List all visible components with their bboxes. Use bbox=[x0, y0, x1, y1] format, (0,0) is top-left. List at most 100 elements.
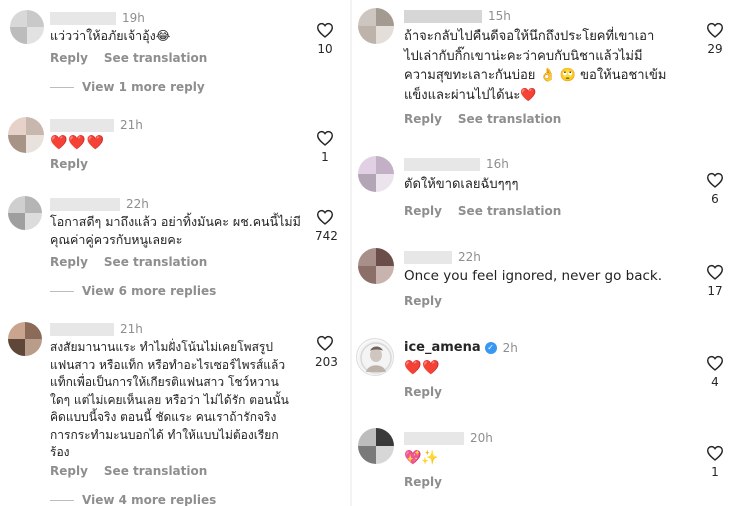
verified-badge-icon: ✓ bbox=[484, 341, 497, 354]
comment-time: 19h bbox=[122, 11, 145, 25]
like-count: 6 bbox=[711, 192, 719, 206]
see-translation-button[interactable]: See translation bbox=[458, 204, 561, 218]
comment-time: 15h bbox=[488, 9, 511, 23]
see-translation-button[interactable]: See translation bbox=[104, 255, 207, 269]
username-redacted[interactable] bbox=[404, 250, 452, 264]
like-count: 17 bbox=[707, 284, 723, 298]
see-translation-button[interactable]: See translation bbox=[104, 51, 207, 65]
heart-outline-icon bbox=[706, 264, 724, 280]
comments-column-left: 19h แว่วว่าให้อภัยเจ้าอุ้ง😂 Reply See tr… bbox=[0, 0, 350, 506]
comments-column-right: 15h ถ้าจะกลับไปคืนดีจอให้นึกถึงประโยคที่… bbox=[352, 0, 745, 506]
like-button[interactable]: 4 bbox=[705, 355, 725, 389]
reply-button[interactable]: Reply bbox=[404, 112, 442, 126]
like-button[interactable]: 203 bbox=[315, 335, 338, 369]
heart-outline-icon bbox=[706, 445, 724, 461]
comment-time: 22h bbox=[126, 197, 149, 211]
comment-actions: Reply bbox=[404, 385, 442, 399]
comment-text: ❤️❤️❤️ bbox=[50, 135, 106, 151]
view-replies-button[interactable]: View 4 more replies bbox=[50, 493, 216, 506]
divider-line bbox=[50, 499, 74, 501]
username-redacted[interactable] bbox=[50, 197, 120, 211]
reply-button[interactable]: Reply bbox=[50, 51, 88, 65]
comment-actions: Reply See translation bbox=[50, 464, 207, 478]
like-button[interactable]: 1 bbox=[705, 445, 725, 479]
comment-header: 16h bbox=[404, 157, 509, 171]
heart-outline-icon bbox=[706, 172, 724, 188]
comment-header: 20h bbox=[404, 431, 493, 445]
comment-header: 21h bbox=[50, 322, 143, 336]
like-count: 1 bbox=[321, 150, 329, 164]
like-count: 29 bbox=[707, 42, 723, 56]
like-count: 742 bbox=[315, 229, 338, 243]
comment-text: ❤️❤️ bbox=[404, 360, 441, 376]
see-translation-button[interactable]: See translation bbox=[104, 464, 207, 478]
like-count: 1 bbox=[711, 465, 719, 479]
avatar[interactable] bbox=[8, 196, 42, 230]
heart-outline-icon bbox=[706, 22, 724, 38]
like-button[interactable]: 742 bbox=[315, 209, 338, 243]
comment-time: 2h bbox=[502, 340, 518, 355]
username-redacted[interactable] bbox=[404, 157, 480, 171]
comment-text: โอกาสดีๆ มาถึงแล้ว อย่าทิ้งมันคะ ผช.คนนี… bbox=[50, 214, 301, 247]
heart-outline-icon bbox=[316, 335, 334, 351]
avatar[interactable] bbox=[10, 10, 44, 44]
like-button[interactable]: 10 bbox=[315, 22, 335, 56]
profile-photo bbox=[358, 340, 393, 375]
comment-actions: Reply See translation bbox=[404, 112, 561, 126]
avatar[interactable] bbox=[358, 248, 394, 284]
avatar[interactable] bbox=[358, 428, 394, 464]
comment-time: 20h bbox=[470, 431, 493, 445]
comment-time: 22h bbox=[458, 250, 481, 264]
comment-actions: Reply See translation bbox=[50, 51, 207, 65]
reply-button[interactable]: Reply bbox=[404, 204, 442, 218]
comment-header: 22h bbox=[404, 250, 481, 264]
avatar[interactable] bbox=[358, 156, 394, 192]
reply-button[interactable]: Reply bbox=[50, 157, 88, 171]
comment-text: ตัดให้ขาดเลยฉับๆๆๆ bbox=[404, 177, 519, 192]
reply-button[interactable]: Reply bbox=[50, 464, 88, 478]
comment-header: ice_amena ✓ 2h bbox=[404, 340, 518, 355]
view-replies-label: View 4 more replies bbox=[82, 493, 217, 506]
reply-button[interactable]: Reply bbox=[50, 255, 88, 269]
avatar[interactable] bbox=[358, 8, 394, 44]
username-redacted[interactable] bbox=[404, 9, 482, 23]
reply-button[interactable]: Reply bbox=[404, 294, 442, 308]
divider-line bbox=[50, 86, 74, 88]
comment-actions: Reply See translation bbox=[50, 255, 207, 269]
view-replies-label: View 6 more replies bbox=[82, 284, 217, 298]
comment-text: แว่วว่าให้อภัยเจ้าอุ้ง😂 bbox=[50, 28, 171, 43]
avatar[interactable] bbox=[8, 322, 42, 356]
comment-text: สงสัยมานานแระ ทำไมฝั่งโน้นไม่เคยโพสรูป แ… bbox=[50, 340, 289, 459]
comment-actions: Reply bbox=[404, 475, 442, 489]
username-redacted[interactable] bbox=[50, 118, 114, 132]
like-button[interactable]: 17 bbox=[705, 264, 725, 298]
comment-time: 21h bbox=[120, 118, 143, 132]
like-count: 4 bbox=[711, 375, 719, 389]
comment-header: 22h bbox=[50, 197, 149, 211]
comment-header: 19h bbox=[50, 11, 145, 25]
view-replies-label: View 1 more reply bbox=[82, 80, 205, 94]
view-replies-button[interactable]: View 1 more reply bbox=[50, 80, 205, 94]
avatar[interactable] bbox=[356, 338, 394, 376]
divider-line bbox=[50, 290, 74, 292]
comment-time: 21h bbox=[120, 322, 143, 336]
username-redacted[interactable] bbox=[50, 11, 116, 25]
view-replies-button[interactable]: View 6 more replies bbox=[50, 284, 216, 298]
reply-button[interactable]: Reply bbox=[404, 475, 442, 489]
like-button[interactable]: 29 bbox=[705, 22, 725, 56]
reply-button[interactable]: Reply bbox=[404, 385, 442, 399]
username[interactable]: ice_amena bbox=[404, 340, 481, 355]
like-button[interactable]: 6 bbox=[705, 172, 725, 206]
like-count: 203 bbox=[315, 355, 338, 369]
username-redacted[interactable] bbox=[404, 431, 464, 445]
like-button[interactable]: 1 bbox=[315, 130, 335, 164]
comment-actions: Reply bbox=[50, 157, 88, 171]
heart-outline-icon bbox=[706, 355, 724, 371]
avatar[interactable] bbox=[8, 117, 44, 153]
comment-text: Once you feel ignored, never go back. bbox=[404, 268, 663, 284]
username-redacted[interactable] bbox=[50, 322, 114, 336]
comment-time: 16h bbox=[486, 157, 509, 171]
heart-outline-icon bbox=[316, 130, 334, 146]
see-translation-button[interactable]: See translation bbox=[458, 112, 561, 126]
like-count: 10 bbox=[317, 42, 333, 56]
